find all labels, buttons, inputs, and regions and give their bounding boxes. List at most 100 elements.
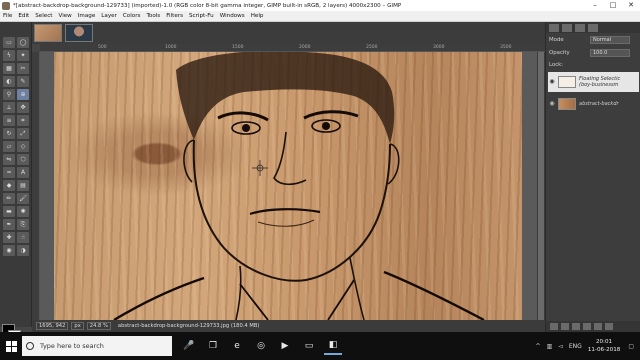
search-placeholder: Type here to search [40, 342, 104, 350]
notifications-icon[interactable]: ▢ [628, 343, 634, 350]
undo-tab-icon[interactable] [588, 23, 598, 32]
clock[interactable]: 20:01 11-06-2018 [588, 338, 621, 354]
zoom-select[interactable]: 24.8 % [86, 322, 111, 330]
volume-icon[interactable]: ◅ [558, 343, 563, 350]
ruler-mark: 2000 [299, 45, 311, 50]
channels-tab-icon[interactable] [562, 23, 572, 32]
canvas-area[interactable] [40, 52, 545, 320]
menu-edit[interactable]: Edit [18, 13, 29, 19]
image-canvas[interactable] [54, 52, 522, 320]
image-tabs [32, 22, 545, 44]
hair-shape [176, 52, 395, 144]
status-bar: 1695, 942 px 24.8 % abstract-backdrop-ba… [32, 320, 545, 332]
menu-windows[interactable]: Windows [220, 13, 245, 19]
menu-file[interactable]: File [3, 13, 12, 19]
free-select-tool-icon[interactable]: ϟ [3, 50, 15, 61]
cage-tool-icon[interactable]: ⬡ [17, 154, 29, 165]
paintbrush-tool-icon[interactable]: 🖌 [17, 193, 29, 204]
eye-icon[interactable]: ◉ [548, 78, 556, 86]
paths-tool-icon[interactable]: ✎ [17, 76, 29, 87]
media-player-icon[interactable]: ▶ [276, 337, 294, 355]
microphone-icon[interactable]: 🎤 [180, 337, 198, 355]
anchor-layer-icon[interactable] [594, 323, 602, 330]
mode-select[interactable]: Normal [590, 36, 630, 44]
pencil-tool-icon[interactable]: ✏ [3, 193, 15, 204]
menu-script-fu[interactable]: Script-Fu [189, 13, 214, 19]
color-select-tool-icon[interactable]: ▦ [3, 63, 15, 74]
crop-tool-icon[interactable]: ⌗ [17, 115, 29, 126]
raise-layer-icon[interactable] [561, 323, 569, 330]
color-picker-tool-icon[interactable]: ⚲ [3, 89, 15, 100]
heal-tool-icon[interactable]: ✚ [3, 232, 15, 243]
align-tool-icon[interactable]: ≡ [3, 115, 15, 126]
image-tab-businessman[interactable] [65, 24, 93, 42]
scissors-tool-icon[interactable]: ✂ [17, 63, 29, 74]
rect-select-tool-icon[interactable]: ▭ [3, 37, 15, 48]
clone-tool-icon[interactable]: ⎘ [17, 219, 29, 230]
vertical-scrollbar-thumb[interactable] [538, 52, 544, 320]
maximize-button[interactable]: □ [604, 0, 622, 11]
airbrush-tool-icon[interactable]: ✺ [17, 206, 29, 217]
minimize-button[interactable]: – [586, 0, 604, 11]
lower-layer-icon[interactable] [572, 323, 580, 330]
menu-help[interactable]: Help [251, 13, 264, 19]
blend-tool-icon[interactable]: ▤ [17, 180, 29, 191]
measure-tool-icon[interactable]: ⟂ [3, 102, 15, 113]
image-tab-wood-background[interactable] [34, 24, 62, 42]
layer-row[interactable]: ◉ abstract-backdr [548, 94, 639, 114]
dodge-burn-tool-icon[interactable]: ◑ [17, 245, 29, 256]
file-explorer-icon[interactable]: ▭ [300, 337, 318, 355]
blur-tool-icon[interactable]: ◉ [3, 245, 15, 256]
ellipse-select-tool-icon[interactable]: ◯ [17, 37, 29, 48]
system-tray: ^ ▥ ◅ ENG 20:01 11-06-2018 ▢ [536, 332, 640, 360]
scale-tool-icon[interactable]: ⤢ [17, 128, 29, 139]
move-tool-icon[interactable]: ✥ [17, 102, 29, 113]
text-tool-icon[interactable]: A [17, 167, 29, 178]
duplicate-layer-icon[interactable] [583, 323, 591, 330]
menu-tools[interactable]: Tools [146, 13, 160, 19]
eraser-tool-icon[interactable]: ▬ [3, 206, 15, 217]
delete-layer-icon[interactable] [605, 323, 613, 330]
layer-row[interactable]: ◉ Floating Selectic (boy-businessm [548, 72, 639, 92]
eye-icon[interactable]: ◉ [548, 100, 556, 108]
language-indicator[interactable]: ENG [569, 343, 582, 350]
tray-arrow-icon[interactable]: ^ [536, 343, 541, 350]
opacity-field[interactable]: 100.0 [590, 49, 630, 57]
perspective-tool-icon[interactable]: ◇ [17, 141, 29, 152]
taskbar-search[interactable]: Type here to search [22, 336, 172, 356]
foreground-select-tool-icon[interactable]: ◐ [3, 76, 15, 87]
layers-tab-icon[interactable] [549, 23, 559, 32]
menu-layer[interactable]: Layer [101, 13, 117, 19]
task-view-icon[interactable]: ❐ [204, 337, 222, 355]
menu-select[interactable]: Select [35, 13, 52, 19]
bucket-fill-tool-icon[interactable]: ◆ [3, 180, 15, 191]
ink-tool-icon[interactable]: ✒ [3, 219, 15, 230]
network-icon[interactable]: ▥ [547, 343, 553, 350]
start-button[interactable] [0, 332, 22, 360]
flip-tool-icon[interactable]: ⇋ [3, 154, 15, 165]
paths-tab-icon[interactable] [575, 23, 585, 32]
fuzzy-select-tool-icon[interactable]: ✦ [17, 50, 29, 61]
smudge-tool-icon[interactable]: ☝ [17, 232, 29, 243]
clock-time: 20:01 [596, 339, 613, 345]
layer-name: abstract-backdr [579, 101, 619, 107]
new-layer-icon[interactable] [550, 323, 558, 330]
menu-filters[interactable]: Filters [166, 13, 183, 19]
gimp-taskbar-icon[interactable]: ◧ [324, 337, 342, 355]
edge-browser-icon[interactable]: e [228, 337, 246, 355]
close-button[interactable]: ✕ [622, 0, 640, 11]
layer-name: Floating Selectic (boy-businessm [579, 76, 620, 88]
right-pupil [322, 122, 330, 130]
unit-select[interactable]: px [71, 322, 84, 330]
menu-image[interactable]: Image [78, 13, 96, 19]
rotate-tool-icon[interactable]: ↻ [3, 128, 15, 139]
shear-tool-icon[interactable]: ▱ [3, 141, 15, 152]
jacket-right [383, 270, 485, 320]
menu-view[interactable]: View [58, 13, 71, 19]
menu-colors[interactable]: Colors [123, 13, 141, 19]
warp-tool-icon[interactable]: ≈ [3, 167, 15, 178]
vertical-scrollbar[interactable] [537, 52, 545, 320]
zoom-tool-icon[interactable]: ⊕ [17, 89, 29, 100]
chrome-icon[interactable]: ◎ [252, 337, 270, 355]
ruler-mark: 2500 [366, 45, 378, 50]
